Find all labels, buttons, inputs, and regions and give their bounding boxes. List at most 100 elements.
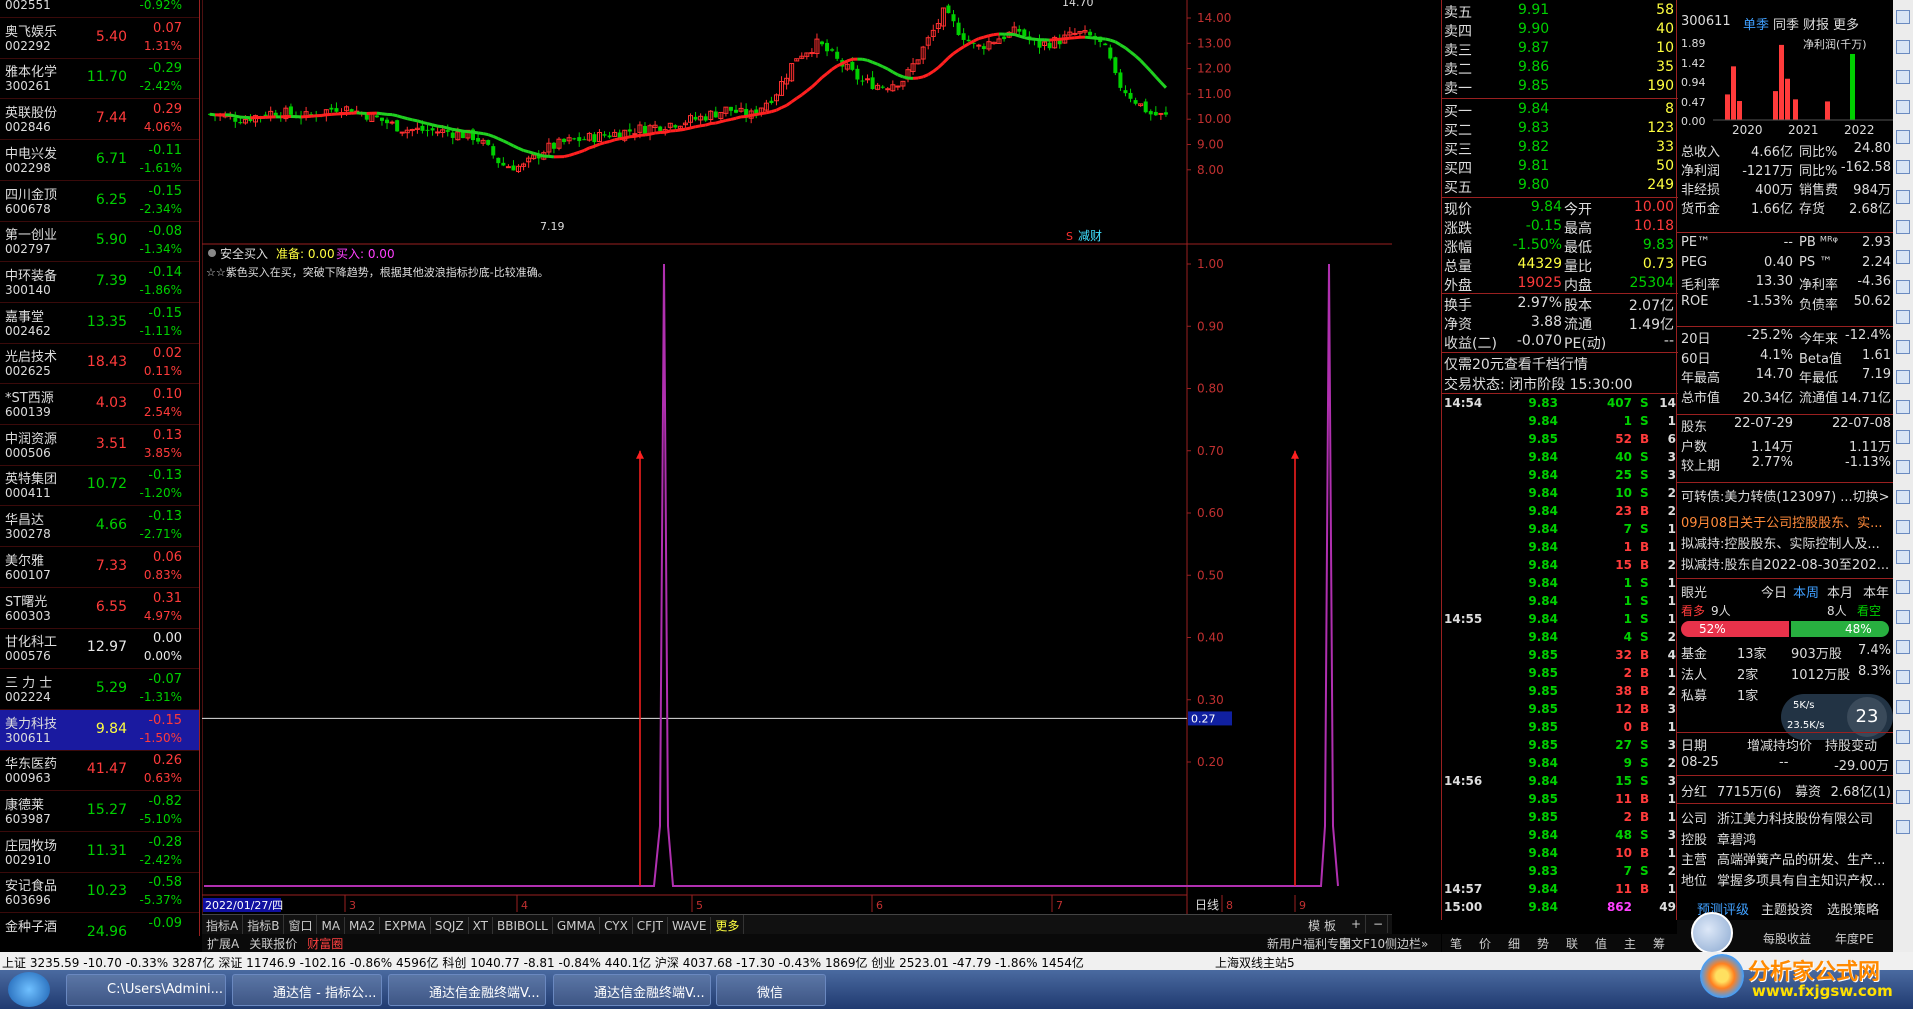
indicator-tab[interactable]: MA2: [345, 917, 381, 935]
kline-chart[interactable]: 14.00 13.00 12.00 11.00 10.00 9.00 8.00 14.70 7.…: [201, 0, 1392, 914]
eye-tab-today[interactable]: 今日: [1761, 582, 1787, 601]
ob-tab[interactable]: 值: [1595, 935, 1607, 952]
stock-row[interactable]: 安记食品 603696 10.23 -0.58 -5.37%: [0, 872, 199, 914]
footer-link-side[interactable]: 侧边栏»: [1385, 935, 1428, 952]
zoom-out-button[interactable]: −: [1369, 915, 1388, 933]
side-toolbar-icon[interactable]: [1896, 430, 1910, 444]
side-toolbar-icon[interactable]: [1896, 220, 1910, 234]
side-toolbar-icon[interactable]: [1896, 130, 1910, 144]
side-toolbar-icon[interactable]: [1896, 460, 1910, 474]
f10-tab[interactable]: 单季: [1743, 14, 1769, 33]
ob-tab[interactable]: 主: [1624, 935, 1636, 952]
news-item[interactable]: 09月08日关于公司控股股东、实...: [1681, 512, 1882, 531]
side-toolbar-icon[interactable]: [1896, 190, 1910, 204]
eye-tab-week[interactable]: 本周: [1793, 582, 1819, 601]
stock-row[interactable]: 中润资源 000506 3.51 0.13 3.85%: [0, 425, 199, 466]
ob-tab[interactable]: 筹: [1653, 935, 1665, 952]
stock-row[interactable]: 华昌达 300278 4.66 -0.13 -2.71%: [0, 506, 199, 548]
side-toolbar[interactable]: [1893, 0, 1913, 960]
stock-row[interactable]: 美尔雅 600107 7.33 0.06 0.83%: [0, 547, 199, 588]
stock-row[interactable]: 英联股份 002846 7.44 0.29 4.06%: [0, 99, 199, 141]
taskbar-button[interactable]: C:\Users\Admini...: [66, 974, 226, 1006]
bottom-tab[interactable]: 财富圈: [302, 934, 348, 953]
indicator-tab[interactable]: MA: [317, 917, 346, 935]
ob-tab[interactable]: 细: [1508, 935, 1520, 952]
side-toolbar-icon[interactable]: [1896, 100, 1910, 114]
news-item[interactable]: 拟减持:股东自2022-08-30至202...: [1681, 554, 1889, 573]
taskbar-button[interactable]: 微信: [716, 974, 826, 1006]
side-toolbar-icon[interactable]: [1896, 550, 1910, 564]
side-toolbar-icon[interactable]: [1896, 820, 1910, 834]
f10-tab[interactable]: 同季: [1773, 14, 1799, 33]
period-label[interactable]: 日线: [1195, 898, 1219, 912]
side-toolbar-icon[interactable]: [1896, 280, 1910, 294]
side-toolbar-icon[interactable]: [1896, 730, 1910, 744]
stock-row[interactable]: 中电兴发 002298 6.71 -0.11 -1.61%: [0, 140, 199, 181]
stock-row[interactable]: 甘化科工 000576 12.97 0.00 0.00%: [0, 628, 199, 670]
bottom-tab[interactable]: 关联报价: [244, 934, 302, 953]
stock-row[interactable]: 奥飞娱乐 002292 5.40 0.07 1.31%: [0, 18, 199, 59]
assistant-icon[interactable]: [1691, 912, 1733, 954]
stock-row[interactable]: 美力科技 300611 9.84 -0.15 -1.50%: [0, 709, 199, 751]
stock-row[interactable]: *ST西源 600139 4.03 0.10 2.54%: [0, 384, 199, 425]
stock-row[interactable]: 庄园牧场 002910 11.31 -0.28 -2.42%: [0, 832, 199, 873]
side-toolbar-icon[interactable]: [1896, 580, 1910, 594]
ob-tab[interactable]: 势: [1537, 935, 1549, 952]
stock-row[interactable]: 英特集团 000411 10.72 -0.13 -1.20%: [0, 465, 199, 507]
news-item[interactable]: 拟减持:控股股东、实际控制人及...: [1681, 533, 1880, 552]
side-toolbar-icon[interactable]: [1896, 490, 1910, 504]
side-toolbar-icon[interactable]: [1896, 70, 1910, 84]
level2-promo-link[interactable]: 仅需20元查看千档行情: [1444, 354, 1588, 374]
stock-row[interactable]: 金种子酒600199 24.96 -0.09 -0.36%: [0, 913, 199, 936]
f10-tab[interactable]: 财报: [1803, 14, 1829, 33]
side-toolbar-icon[interactable]: [1896, 760, 1910, 774]
side-toolbar-icon[interactable]: [1896, 160, 1910, 174]
side-toolbar-icon[interactable]: [1896, 340, 1910, 354]
indicator-tab[interactable]: XT: [469, 917, 494, 935]
taskbar-button[interactable]: 通达信金融终端V...: [388, 974, 546, 1006]
zoom-in-button[interactable]: +: [1347, 915, 1366, 933]
f10-tab[interactable]: 更多: [1833, 14, 1859, 33]
bottom-tab[interactable]: 扩展A: [202, 934, 244, 953]
stock-row[interactable]: ST曙光 600303 6.55 0.31 4.97%: [0, 588, 199, 629]
stock-row[interactable]: 中环装备 300140 7.39 -0.14 -1.86%: [0, 262, 199, 303]
template-button[interactable]: 模 板: [1304, 915, 1340, 936]
indicator-tab[interactable]: SQJZ: [431, 917, 469, 935]
side-toolbar-icon[interactable]: [1896, 610, 1910, 624]
indicator-tab[interactable]: WAVE: [668, 917, 712, 935]
indicator-tab[interactable]: BBIBOLL: [493, 917, 553, 935]
indicator-tab[interactable]: CYX: [600, 917, 633, 935]
indicator-tab[interactable]: 窗口: [284, 915, 318, 936]
indicator-tab[interactable]: 指标B: [243, 915, 285, 936]
stock-row[interactable]: 三 力 士 002224 5.29 -0.07 -1.31%: [0, 669, 199, 710]
stock-row[interactable]: 光启技术 002625 18.43 0.02 0.11%: [0, 343, 199, 385]
eye-tab-month[interactable]: 本月: [1827, 582, 1853, 601]
taskbar-button[interactable]: 通达信金融终端V...: [553, 974, 711, 1006]
side-toolbar-icon[interactable]: [1896, 250, 1910, 264]
stock-row[interactable]: 第一创业 002797 5.90 -0.08 -1.34%: [0, 221, 199, 263]
side-toolbar-icon[interactable]: [1896, 40, 1910, 54]
ob-tab[interactable]: 联: [1566, 935, 1578, 952]
start-button[interactable]: [8, 972, 50, 1007]
side-toolbar-icon[interactable]: [1896, 10, 1910, 24]
side-toolbar-icon[interactable]: [1896, 700, 1910, 714]
taskbar-button[interactable]: 通达信 - 指标公...: [232, 974, 382, 1006]
convertible-bond-link[interactable]: 可转债:美力转债(123097) ...切换>: [1681, 486, 1890, 505]
indicator-tab[interactable]: GMMA: [553, 917, 601, 935]
indicator-tab[interactable]: 指标A: [202, 915, 244, 936]
side-toolbar-icon[interactable]: [1896, 400, 1910, 414]
side-toolbar-icon[interactable]: [1896, 790, 1910, 804]
side-toolbar-icon[interactable]: [1896, 310, 1910, 324]
side-toolbar-icon[interactable]: [1896, 520, 1910, 534]
server-label[interactable]: 上海双线主站5: [1215, 954, 1295, 971]
stock-row[interactable]: 雅本化学 300261 11.70 -0.29 -2.42%: [0, 58, 199, 100]
ob-tab[interactable]: 笔: [1450, 935, 1462, 952]
f10-link[interactable]: 主题投资: [1761, 899, 1813, 918]
side-toolbar-icon[interactable]: [1896, 670, 1910, 684]
stock-row[interactable]: 康德莱 603987 15.27 -0.82 -5.10%: [0, 791, 199, 832]
stock-row[interactable]: 四川金顶 600678 6.25 -0.15 -2.34%: [0, 181, 199, 222]
chart-area[interactable]: 14.00 13.00 12.00 11.00 10.00 9.00 8.00 14.70 7.…: [201, 0, 1392, 936]
stock-row[interactable]: 华东医药 000963 41.47 0.26 0.63%: [0, 750, 199, 792]
indicator-tab[interactable]: 更多: [711, 915, 745, 936]
indicator-toggle-icon[interactable]: [208, 249, 216, 257]
